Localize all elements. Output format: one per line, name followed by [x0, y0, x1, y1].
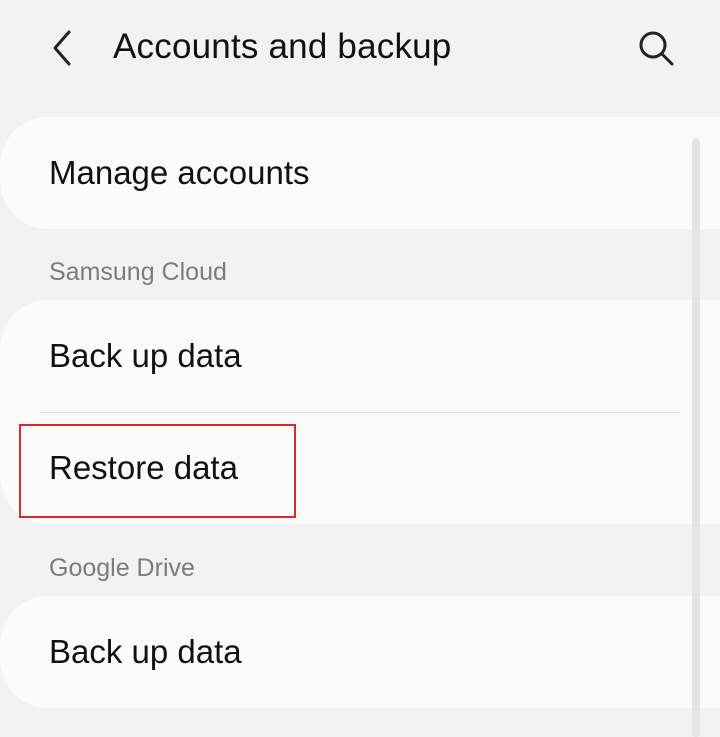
scrollbar[interactable]: [692, 138, 700, 737]
google-back-up-data-item[interactable]: Back up data: [0, 596, 720, 708]
chevron-left-icon: [53, 30, 71, 66]
samsung-restore-data-item[interactable]: Restore data: [0, 412, 720, 524]
google-back-up-data-label: Back up data: [49, 633, 242, 670]
manage-accounts-card: Manage accounts: [0, 117, 720, 229]
google-drive-card: Back up data: [0, 596, 720, 708]
section-header-samsung-cloud: Samsung Cloud: [49, 258, 227, 286]
manage-accounts-label: Manage accounts: [49, 154, 310, 191]
back-button[interactable]: [36, 22, 88, 74]
top-app-bar: Accounts and backup: [0, 0, 720, 100]
samsung-back-up-data-item[interactable]: Back up data: [0, 300, 720, 412]
samsung-back-up-data-label: Back up data: [49, 337, 242, 374]
page-title: Accounts and backup: [113, 27, 452, 66]
section-header-google-drive: Google Drive: [49, 554, 195, 582]
search-button[interactable]: [628, 20, 684, 76]
samsung-restore-data-label: Restore data: [49, 449, 238, 486]
manage-accounts-item[interactable]: Manage accounts: [0, 117, 720, 229]
samsung-cloud-card: Back up data Restore data: [0, 300, 720, 524]
search-icon: [639, 31, 674, 66]
